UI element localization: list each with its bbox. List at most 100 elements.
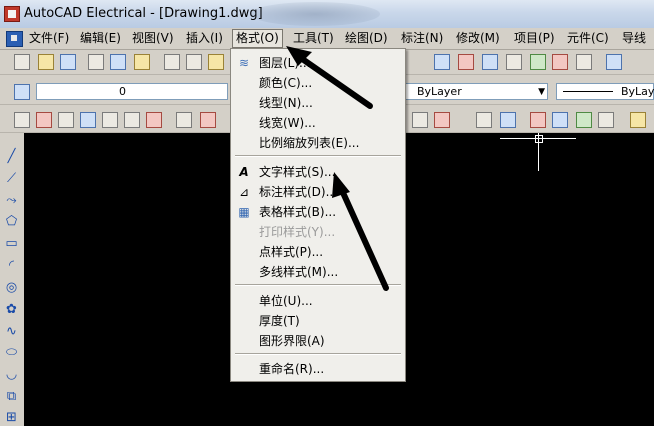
polygon-icon[interactable]: ⬠ (4, 214, 19, 229)
menu-insert[interactable]: 插入(I) (183, 30, 226, 47)
menu-wires[interactable]: 导线 (619, 30, 649, 47)
tool-palette-icon[interactable] (506, 54, 522, 70)
layer-combo[interactable]: 0 (36, 83, 228, 100)
table-style-icon: ▦ (238, 205, 250, 219)
menu-view[interactable]: 视图(V) (129, 30, 177, 47)
electrical-tool-icon[interactable] (434, 112, 450, 128)
app-icon[interactable] (4, 6, 20, 22)
menu-item-units[interactable]: 单位(U)... (231, 291, 405, 311)
menu-item-linetype[interactable]: 线型(N)... (231, 93, 405, 113)
menu-item-point-style[interactable]: 点样式(P)... (231, 242, 405, 262)
save-icon[interactable] (60, 54, 76, 70)
color-value: ByLayer (417, 85, 462, 98)
menu-dimension[interactable]: 标注(N) (398, 30, 446, 47)
electrical-tool-icon[interactable] (58, 112, 74, 128)
menu-item-layer[interactable]: ≋ 图层(L)... (231, 53, 405, 73)
arc-icon[interactable]: ◜ (4, 258, 19, 273)
cut-icon[interactable] (164, 54, 180, 70)
electrical-tool-icon[interactable] (102, 112, 118, 128)
electrical-tool-icon[interactable] (476, 112, 492, 128)
document-icon[interactable] (6, 31, 23, 47)
electrical-tool-icon[interactable] (598, 112, 614, 128)
insert-block-icon[interactable]: ⧉ (4, 389, 19, 404)
preview-icon[interactable] (110, 54, 126, 70)
format-dropdown-menu: ≋ 图层(L)... 颜色(C)... 线型(N)... 线宽(W)... 比例… (230, 48, 406, 382)
text-style-icon: A (239, 165, 249, 179)
publish-icon[interactable] (134, 54, 150, 70)
electrical-tool-icon[interactable] (14, 112, 30, 128)
chevron-down-icon: ▼ (538, 87, 545, 97)
menu-bar: 文件(F) 编辑(E) 视图(V) 插入(I) 格式(O) 工具(T) 绘图(D… (0, 28, 654, 50)
calculator-icon[interactable] (576, 54, 592, 70)
menu-tools[interactable]: 工具(T) (290, 30, 337, 47)
electrical-tool-icon[interactable] (576, 112, 592, 128)
electrical-tool-icon[interactable] (36, 112, 52, 128)
menu-item-plot-style: 打印样式(Y)... (259, 225, 336, 239)
sheet-set-icon[interactable] (530, 54, 546, 70)
menu-modify[interactable]: 修改(M) (453, 30, 503, 47)
electrical-tool-icon[interactable] (552, 112, 568, 128)
menu-item-color[interactable]: 颜色(C)... (231, 73, 405, 93)
menu-separator (235, 353, 401, 355)
menu-item-table-style[interactable]: ▦ 表格样式(B)... (231, 202, 405, 222)
line-icon[interactable]: ╱ (4, 149, 19, 164)
menu-format[interactable]: 格式(O) (232, 29, 283, 48)
polyline-icon[interactable]: ⤳ (4, 193, 19, 208)
paste-icon[interactable] (208, 54, 224, 70)
construction-line-icon[interactable]: ⟋ (4, 171, 19, 186)
dim-style-icon: ⊿ (238, 185, 250, 199)
menu-item-scale-list[interactable]: 比例缩放列表(E)... (231, 133, 405, 153)
electrical-tool-icon[interactable] (124, 112, 140, 128)
electrical-tool-icon[interactable] (500, 112, 516, 128)
linetype-value: ByLay (621, 85, 654, 98)
electrical-tool-icon[interactable] (412, 112, 428, 128)
menu-draw[interactable]: 绘图(D) (342, 30, 391, 47)
markup-icon[interactable] (552, 54, 568, 70)
rectangle-icon[interactable]: ▭ (4, 236, 19, 251)
linetype-preview (563, 91, 613, 92)
open-icon[interactable] (38, 54, 54, 70)
design-center-icon[interactable] (482, 54, 498, 70)
copy-icon[interactable] (186, 54, 202, 70)
menu-item-thickness[interactable]: 厚度(T) (231, 311, 405, 331)
spline-icon[interactable]: ∿ (4, 324, 19, 339)
zoom-icon[interactable] (434, 54, 450, 70)
ellipse-icon[interactable]: ⬭ (4, 345, 19, 360)
electrical-tool-icon[interactable] (176, 112, 192, 128)
menu-item-mline-style[interactable]: 多线样式(M)... (231, 262, 405, 282)
electrical-tool-icon[interactable] (530, 112, 546, 128)
revision-cloud-icon[interactable]: ✿ (4, 302, 19, 317)
menu-item-rename[interactable]: 重命名(R)... (231, 359, 405, 379)
electrical-tool-icon[interactable] (200, 112, 216, 128)
ellipse-arc-icon[interactable]: ◡ (4, 367, 19, 382)
make-block-icon[interactable]: ⊞ (4, 410, 19, 425)
print-icon[interactable] (88, 54, 104, 70)
layer-manager-icon[interactable] (14, 84, 30, 100)
electrical-tool-icon[interactable] (146, 112, 162, 128)
menu-item-dim-style[interactable]: ⊿ 标注样式(D)... (231, 182, 405, 202)
menu-item-lineweight[interactable]: 线宽(W)... (231, 113, 405, 133)
electrical-tool-icon[interactable] (630, 112, 646, 128)
layer-value: 0 (119, 85, 126, 98)
color-combo[interactable]: ByLayer ▼ (404, 83, 548, 100)
menu-project[interactable]: 项目(P) (511, 30, 558, 47)
new-icon[interactable] (14, 54, 30, 70)
crosshair-pickbox (535, 135, 543, 143)
layers-icon: ≋ (238, 56, 250, 70)
help-icon[interactable] (606, 54, 622, 70)
menu-separator (235, 155, 401, 157)
menu-item-drawing-limits[interactable]: 图形界限(A) (231, 331, 405, 351)
menu-components[interactable]: 元件(C) (564, 30, 612, 47)
menu-file[interactable]: 文件(F) (26, 30, 72, 47)
menu-item-text-style[interactable]: A 文字样式(S)... (231, 162, 405, 182)
draw-toolbar: ╱ ⟋ ⤳ ⬠ ▭ ◜ ◎ ✿ ∿ ⬭ ◡ ⧉ ⊞ (0, 133, 25, 426)
linetype-combo[interactable]: ByLay (556, 83, 654, 100)
properties-icon[interactable] (458, 54, 474, 70)
menu-separator (235, 284, 401, 286)
menu-edit[interactable]: 编辑(E) (77, 30, 124, 47)
title-bar: AutoCAD Electrical - [Drawing1.dwg] (0, 0, 654, 29)
window-title: AutoCAD Electrical - [Drawing1.dwg] (24, 6, 263, 21)
title-decoration (250, 2, 380, 26)
electrical-tool-icon[interactable] (80, 112, 96, 128)
circle-icon[interactable]: ◎ (4, 280, 19, 295)
